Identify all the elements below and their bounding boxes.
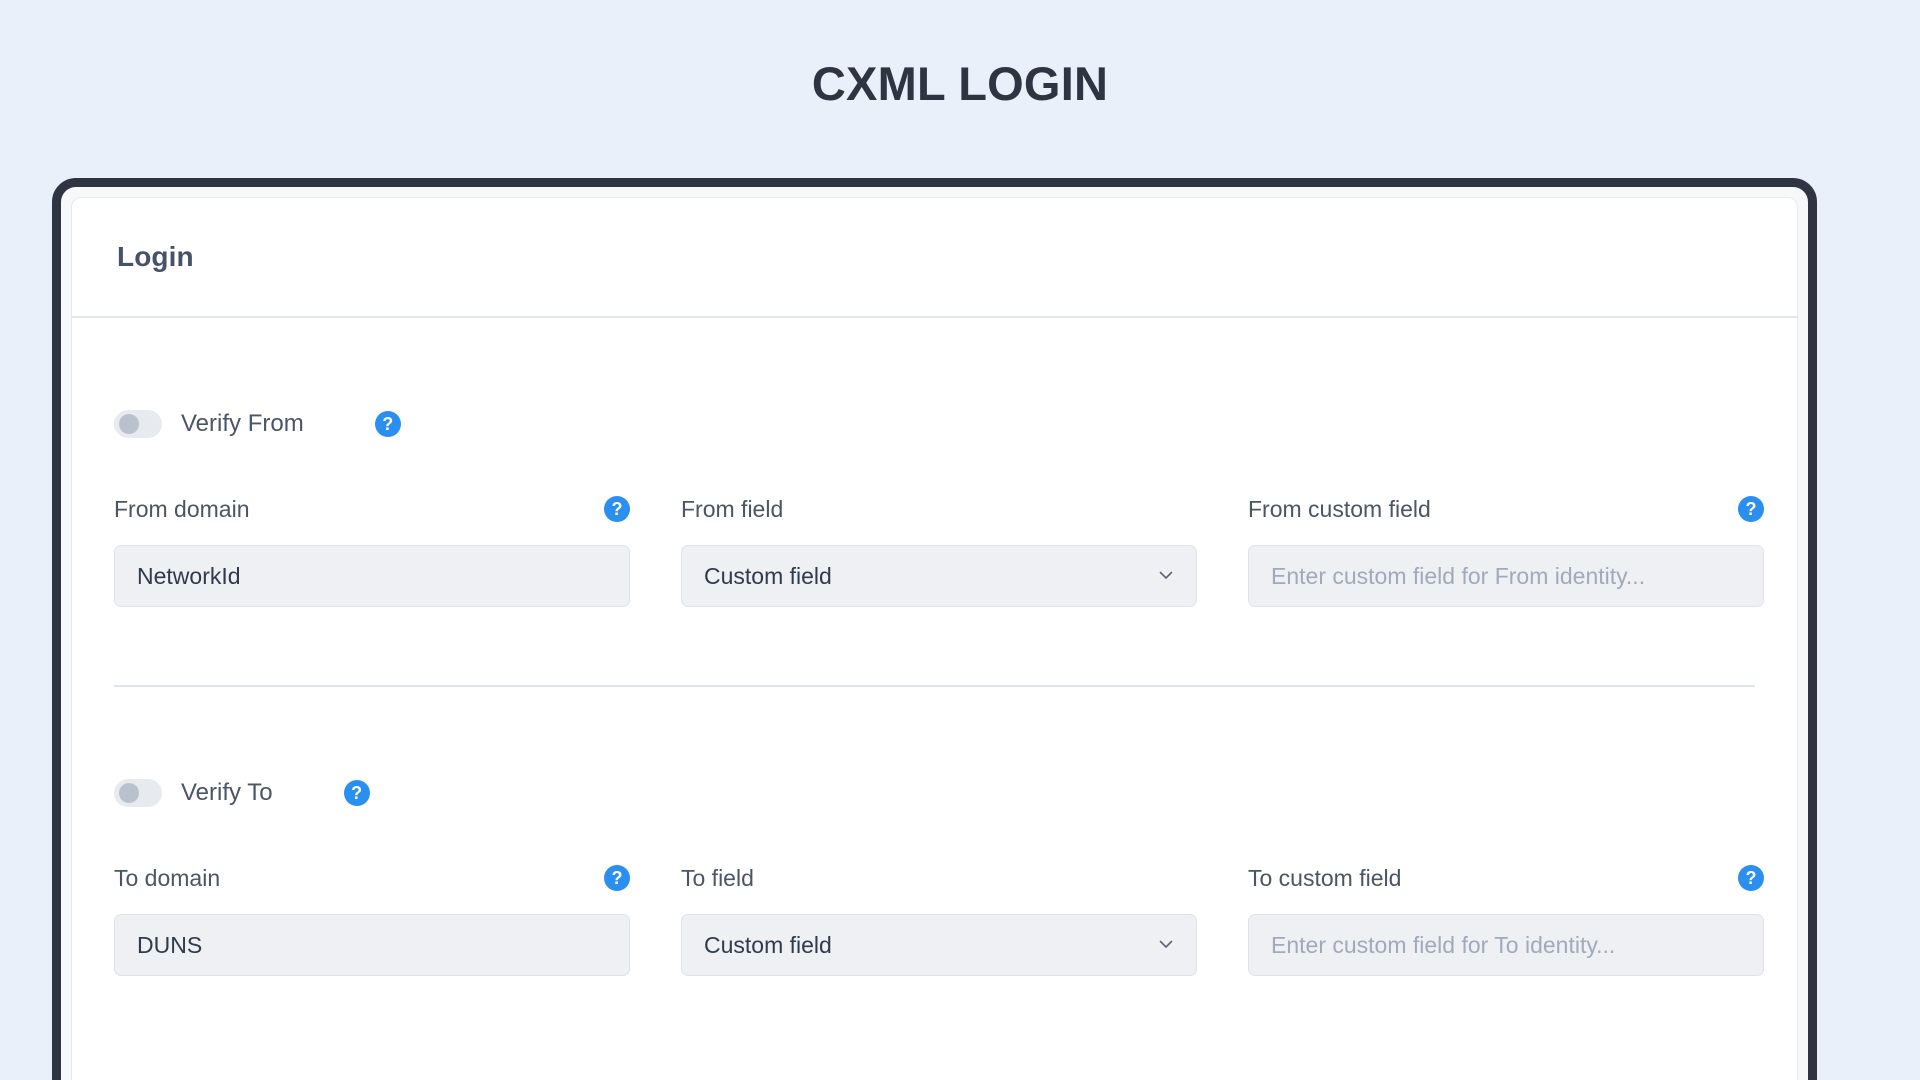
toggle-knob [119,783,139,803]
field-label-row: From field [681,494,1197,524]
to-custom-field-placeholder: Enter custom field for To identity... [1271,931,1616,958]
verify-to-toggle-row: Verify To ? [114,775,1755,811]
to-domain-label: To domain [114,864,221,891]
from-field-select[interactable]: Custom field [681,545,1197,607]
card-header-title: Login [117,241,194,272]
field-label-row: To custom field ? [1248,863,1764,893]
toggle-knob [119,414,139,434]
field-to-field: To field Custom field [681,863,1197,976]
from-custom-field-input[interactable]: Enter custom field for From identity... [1248,545,1764,607]
verify-from-toggle-label: Verify From [181,410,304,437]
card-header: Login [72,198,1797,318]
from-custom-field-label: From custom field [1248,495,1431,522]
to-custom-field-help-icon[interactable]: ? [1738,865,1764,891]
to-field-select[interactable]: Custom field [681,914,1197,976]
from-custom-field-placeholder: Enter custom field for From identity... [1271,562,1646,589]
to-field-value: Custom field [704,931,832,958]
chevron-down-icon [1158,567,1174,583]
verify-from-help-icon[interactable]: ? [374,411,401,437]
field-label-row: From domain ? [114,494,630,524]
verify-to-toggle[interactable] [114,779,162,807]
verify-to-field-grid: To domain ? DUNS To field Custom field T… [114,863,1764,976]
to-custom-field-label: To custom field [1248,864,1402,891]
from-custom-field-help-icon[interactable]: ? [1738,496,1764,522]
from-domain-value: NetworkId [137,562,241,589]
to-domain-input[interactable]: DUNS [114,914,630,976]
field-label-row: From custom field ? [1248,494,1764,524]
field-label-row: To field [681,863,1197,893]
verify-from-field-grid: From domain ? NetworkId From field Custo… [114,494,1764,607]
login-card-frame: Login Verify From ? From domain ? Networ… [52,178,1817,1080]
field-from-domain: From domain ? NetworkId [114,494,630,607]
to-field-label: To field [681,864,754,891]
card-body: Verify From ? From domain ? NetworkId Fr… [72,318,1797,976]
verify-to-toggle-label: Verify To [181,779,273,806]
from-domain-help-icon[interactable]: ? [604,496,630,522]
section-verify-from: Verify From ? From domain ? NetworkId Fr… [114,318,1764,607]
chevron-down-icon [1158,936,1174,952]
field-from-field: From field Custom field [681,494,1197,607]
from-domain-label: From domain [114,495,250,522]
field-label-row: To domain ? [114,863,630,893]
to-domain-help-icon[interactable]: ? [604,865,630,891]
verify-from-toggle[interactable] [114,410,162,438]
from-field-label: From field [681,495,784,522]
from-domain-input[interactable]: NetworkId [114,545,630,607]
section-verify-to: Verify To ? To domain ? DUNS To field Cu… [114,687,1764,976]
from-field-value: Custom field [704,562,832,589]
page-title: CXML LOGIN [811,57,1109,110]
field-to-domain: To domain ? DUNS [114,863,630,976]
verify-from-toggle-row: Verify From ? [114,406,1755,442]
to-custom-field-input[interactable]: Enter custom field for To identity... [1248,914,1764,976]
login-card: Login Verify From ? From domain ? Networ… [71,197,1798,1080]
field-from-custom-field: From custom field ? Enter custom field f… [1248,494,1764,607]
to-domain-value: DUNS [137,931,203,958]
page-root: CXML LOGIN Login Verify From ? From doma… [0,0,1920,1080]
field-to-custom-field: To custom field ? Enter custom field for… [1248,863,1764,976]
verify-to-help-icon[interactable]: ? [343,780,370,806]
